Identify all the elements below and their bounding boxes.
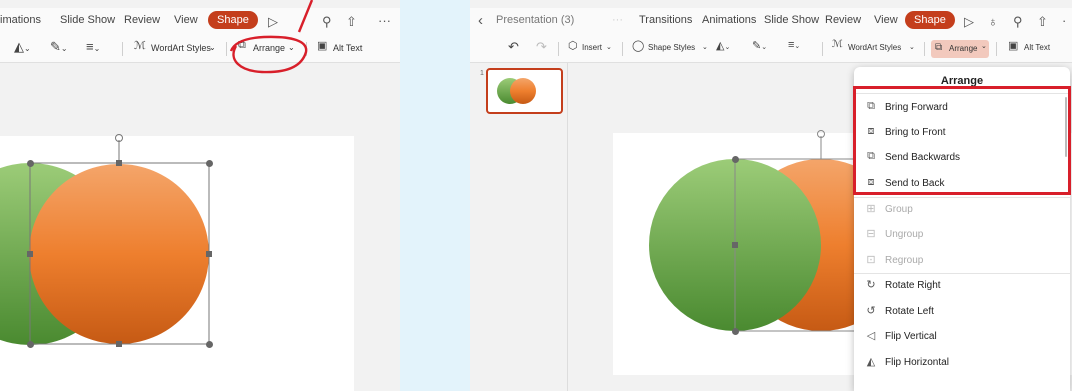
left-screenshot: imations Slide Show Review View Shape ▷ …	[0, 0, 400, 391]
resize-handle[interactable]	[732, 242, 738, 248]
rotate-right-icon: ↻	[866, 279, 876, 291]
resize-handle[interactable]	[116, 160, 122, 166]
resize-handle[interactable]	[732, 328, 739, 335]
menu-item-flip-vertical[interactable]: ◁ Flip Vertical	[854, 324, 1070, 349]
resize-handle[interactable]	[116, 341, 122, 347]
menu-item-label: Rotate Right	[885, 280, 941, 291]
group-icon: ⊞	[866, 203, 876, 215]
flip-vertical-icon: ◁	[866, 330, 876, 342]
red-annotation-arrow	[297, 0, 314, 33]
menu-item-label: Ungroup	[885, 229, 924, 240]
menu-item-label: Rotate Left	[885, 306, 934, 317]
resize-handle[interactable]	[732, 156, 739, 163]
resize-handle[interactable]	[27, 341, 34, 348]
menu-item-flip-horizontal[interactable]: ◭ Flip Horizontal	[854, 350, 1070, 375]
menu-item-rotate-right[interactable]: ↻ Rotate Right	[854, 273, 1070, 298]
resize-handle[interactable]	[27, 251, 33, 257]
menu-item-label: Flip Vertical	[885, 331, 937, 342]
resize-handle[interactable]	[206, 341, 213, 348]
menu-item-rotate-left[interactable]: ↺ Rotate Left	[854, 299, 1070, 324]
menu-item-label: Regroup	[885, 255, 924, 266]
rotate-left-icon: ↺	[866, 305, 876, 317]
resize-handle[interactable]	[206, 160, 213, 167]
red-annotation-circle	[229, 35, 308, 74]
menu-item-group[interactable]: ⊞ Group	[854, 197, 1070, 222]
resize-handle[interactable]	[206, 251, 212, 257]
menu-item-ungroup[interactable]: ⊟ Ungroup	[854, 222, 1070, 247]
flip-horizontal-icon: ◭	[866, 356, 876, 368]
resize-handle[interactable]	[27, 160, 34, 167]
slide-shapes	[0, 0, 314, 345]
red-highlight-box	[853, 86, 1071, 195]
regroup-icon: ⊡	[866, 254, 876, 266]
orange-circle-shape	[29, 164, 209, 344]
ungroup-icon: ⊟	[866, 228, 876, 240]
menu-item-label: Group	[885, 204, 913, 215]
menu-item-regroup[interactable]: ⊡ Regroup	[854, 248, 1070, 273]
menu-item-label: Flip Horizontal	[885, 357, 949, 368]
